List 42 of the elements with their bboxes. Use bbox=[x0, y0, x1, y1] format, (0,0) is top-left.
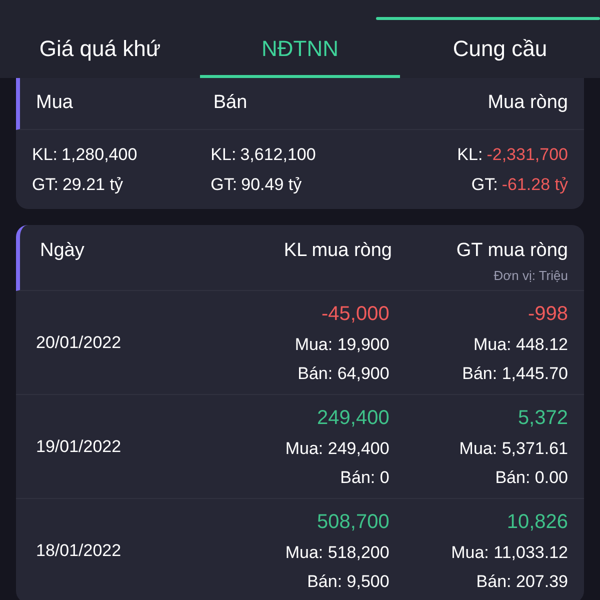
buy-volume: Mua: 249,400 bbox=[285, 438, 390, 460]
date-cell-text: 18/01/2022 bbox=[35, 540, 122, 562]
value-amount: -61.28 tỷ bbox=[502, 174, 568, 196]
column-header: KL mua ròng bbox=[282, 239, 392, 263]
tab[interactable]: Giá quá khứ bbox=[0, 22, 200, 78]
volume-label: KL: bbox=[210, 144, 236, 166]
net-volume: 508,700 bbox=[317, 510, 390, 535]
net-volume: -45,000 bbox=[321, 302, 390, 327]
value-amount: 29.21 tỷ bbox=[62, 174, 123, 196]
net-volume: 249,400 bbox=[317, 406, 390, 431]
date-cell-text: 19/01/2022 bbox=[35, 436, 122, 458]
column-header: GT mua ròng bbox=[456, 239, 568, 263]
net-value: 5,372 bbox=[518, 406, 568, 431]
value-label: GT: bbox=[471, 174, 498, 196]
sell-volume: Bán: 64,900 bbox=[298, 362, 390, 384]
buy-value: Mua: 5,371.61 bbox=[459, 438, 568, 460]
column-header: Ngày bbox=[40, 239, 86, 263]
sell-value: Bán: 1,445.70 bbox=[462, 362, 568, 384]
buy-value: Mua: 448.12 bbox=[473, 334, 568, 356]
sell-value: Bán: 207.39 bbox=[476, 570, 568, 592]
sell-volume: Bán: 0 bbox=[340, 466, 390, 488]
value-label: GT: bbox=[210, 174, 238, 196]
volume-value: -2,331,700 bbox=[486, 144, 568, 166]
buy-value: Mua: 11,033.12 bbox=[451, 542, 568, 564]
volume-value: 3,612,100 bbox=[240, 144, 316, 166]
tab[interactable]: Cung cầu bbox=[400, 22, 600, 78]
buy-volume: Mua: 19,900 bbox=[294, 334, 390, 356]
unit-note: Đơn vị: Triệu bbox=[494, 266, 568, 284]
volume-label: KL: bbox=[457, 144, 483, 166]
volume-value: 1,280,400 bbox=[62, 144, 138, 166]
column-header: Mua ròng bbox=[486, 91, 568, 116]
net-value: 10,826 bbox=[506, 510, 568, 535]
net-value: -998 bbox=[528, 302, 568, 327]
column-header: Mua bbox=[36, 91, 74, 116]
value-label: GT: bbox=[32, 174, 58, 196]
volume-label: KL: bbox=[32, 144, 58, 166]
value-amount: 90.49 tỷ bbox=[241, 174, 302, 196]
buy-volume: Mua: 518,200 bbox=[285, 542, 390, 564]
column-header: Bán bbox=[213, 91, 248, 116]
sell-volume: Bán: 9,500 bbox=[307, 570, 390, 592]
sell-value: Bán: 0.00 bbox=[495, 466, 568, 488]
date-cell-text: 20/01/2022 bbox=[35, 332, 122, 354]
